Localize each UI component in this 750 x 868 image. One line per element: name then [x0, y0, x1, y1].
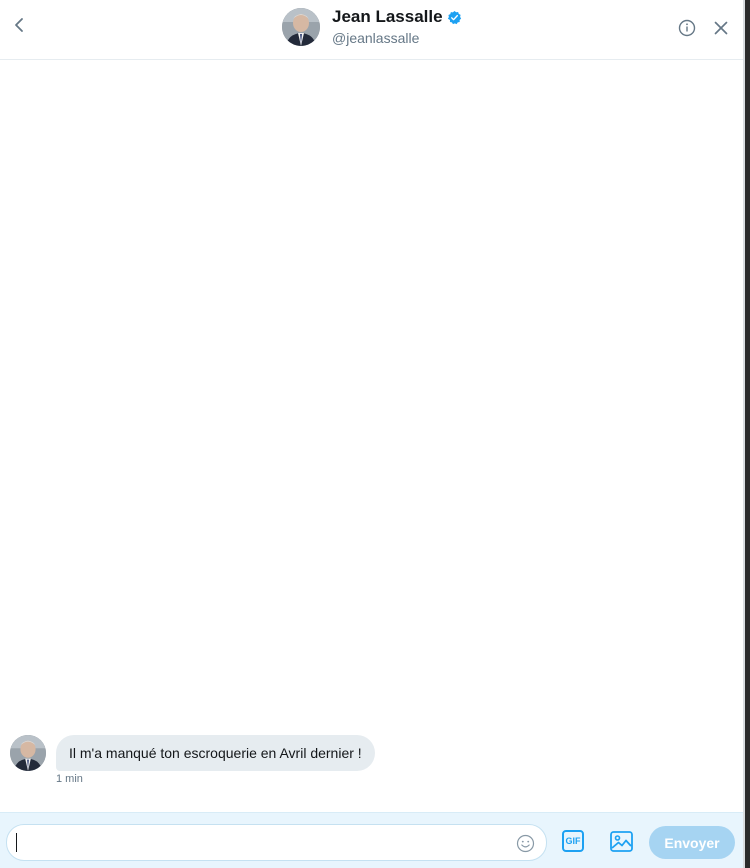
- contact-name[interactable]: Jean Lassalle: [332, 7, 462, 27]
- message-input[interactable]: [6, 824, 547, 861]
- conversation-header: Jean Lassalle @jeanlassalle: [0, 0, 743, 60]
- message-bubble[interactable]: Il m'a manqué ton escroquerie en Avril d…: [56, 735, 375, 771]
- contact-handle[interactable]: @jeanlassalle: [332, 30, 419, 46]
- avatar-photo: [10, 735, 46, 771]
- avatar-photo: [282, 8, 320, 46]
- dm-conversation-window: Jean Lassalle @jeanlassalle Il m'a manqu…: [0, 0, 745, 868]
- emoji-icon: [516, 834, 535, 853]
- header-avatar[interactable]: [282, 8, 320, 46]
- text-caret: [16, 833, 17, 852]
- close-button[interactable]: [712, 19, 730, 37]
- emoji-button[interactable]: [516, 834, 535, 853]
- message-composer: GIF Envoyer: [0, 812, 743, 868]
- close-icon: [714, 21, 728, 35]
- send-button[interactable]: Envoyer: [649, 826, 735, 859]
- info-icon: [678, 19, 696, 37]
- window-edge-shadow: [745, 0, 750, 868]
- add-image-button[interactable]: [610, 831, 633, 852]
- back-button[interactable]: [8, 13, 30, 37]
- gif-button[interactable]: GIF: [562, 830, 584, 852]
- verified-badge-icon: [447, 10, 461, 24]
- gif-label: GIF: [565, 836, 581, 846]
- chevron-left-icon: [15, 18, 23, 32]
- image-icon: [610, 831, 633, 852]
- info-button[interactable]: [678, 19, 696, 37]
- contact-name-text: Jean Lassalle: [332, 7, 443, 26]
- message-sender-avatar[interactable]: [10, 735, 46, 771]
- message-timestamp: 1 min: [56, 773, 83, 785]
